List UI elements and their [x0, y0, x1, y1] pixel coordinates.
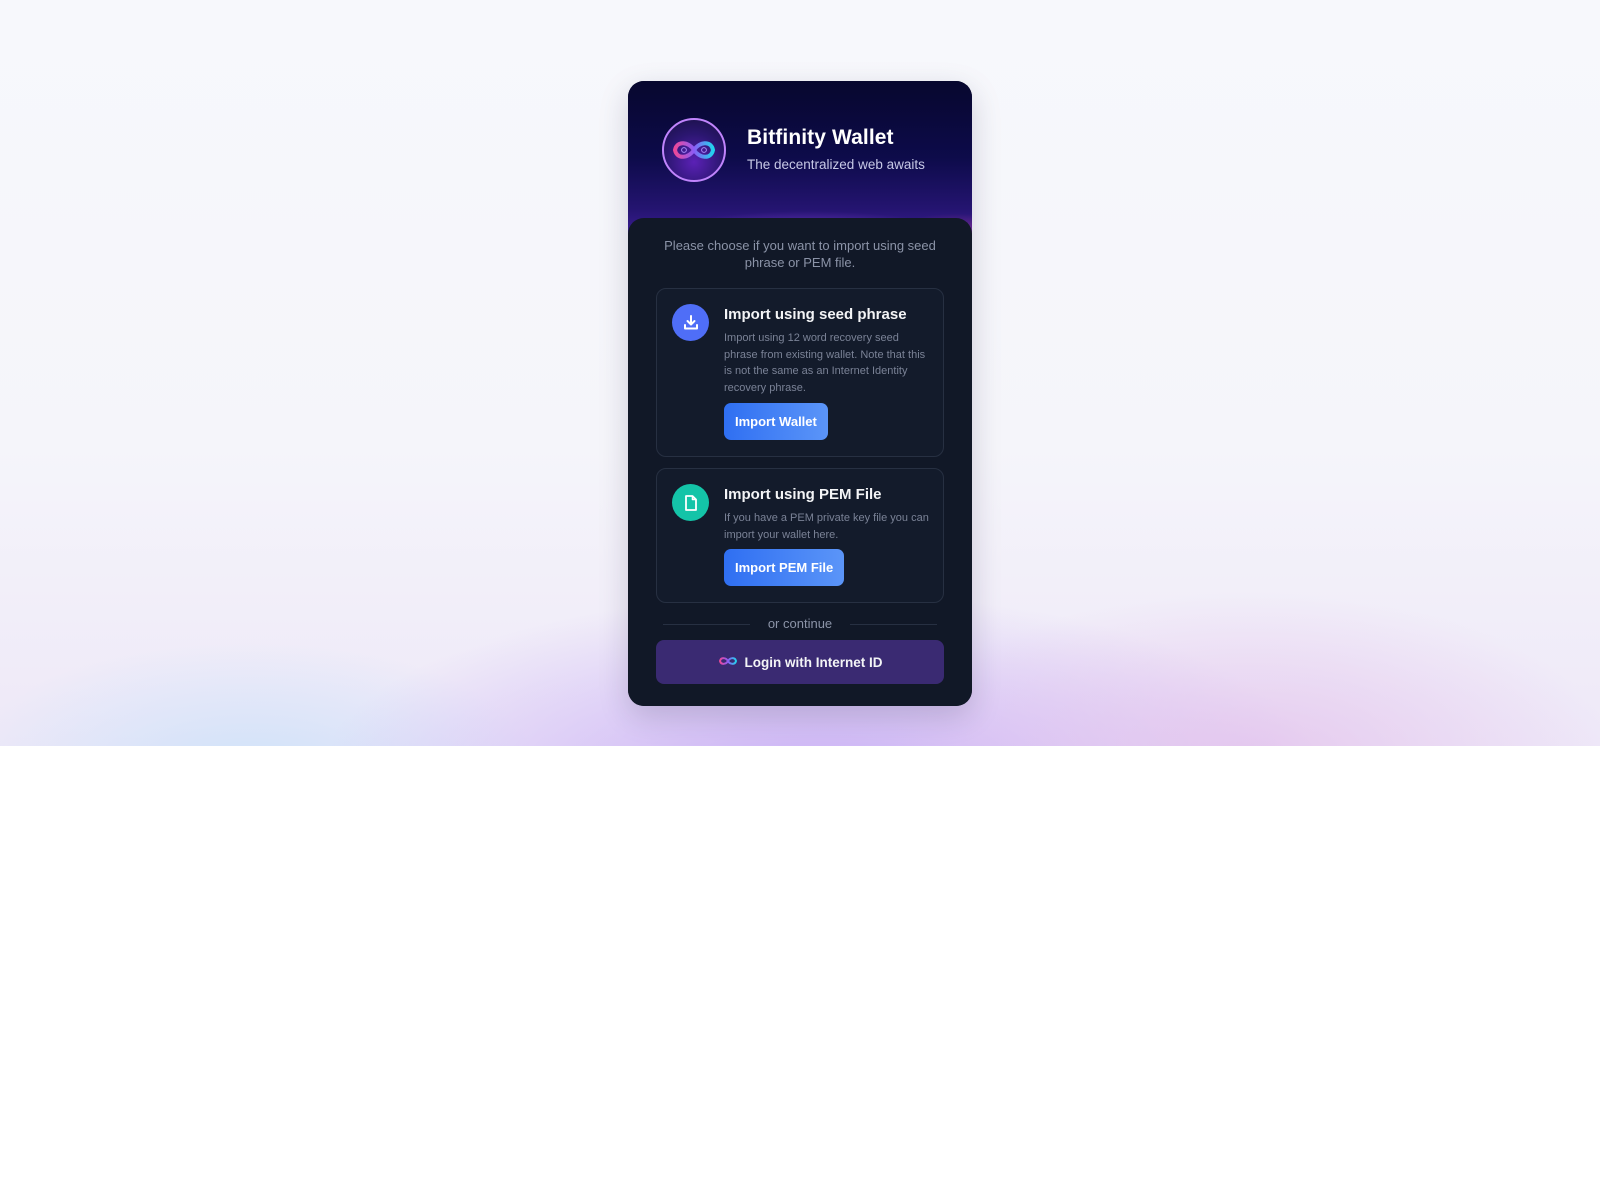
import-panel: Please choose if you want to import usin…	[628, 218, 972, 706]
infinity-logo-icon	[662, 118, 726, 182]
option-description: Import using 12 word recovery seed phras…	[724, 332, 926, 394]
login-button-label: Login with Internet ID	[744, 654, 883, 670]
login-internet-id-button[interactable]: Login with Internet ID	[656, 640, 944, 684]
option-description: If you have a PEM private key file you c…	[724, 512, 929, 541]
import-wallet-button[interactable]: Import Wallet	[724, 403, 828, 440]
or-continue-divider: or continue	[663, 616, 937, 632]
brand-subtitle: The decentralized web awaits	[747, 157, 925, 172]
pem-file-option: Import using PEM File If you have a PEM …	[656, 468, 944, 603]
option-title: Import using seed phrase	[724, 306, 907, 323]
import-pem-file-button[interactable]: Import PEM File	[724, 549, 845, 586]
intro-text: Please choose if you want to import usin…	[664, 238, 936, 270]
wallet-card: Bitfinity Wallet The decentralized web a…	[628, 81, 972, 706]
divider-line	[850, 624, 937, 625]
file-icon	[672, 484, 709, 521]
brand-title: Bitfinity Wallet	[747, 126, 894, 149]
infinity-icon	[718, 655, 738, 670]
option-title: Import using PEM File	[724, 486, 882, 503]
seed-phrase-option: Import using seed phrase Import using 12…	[656, 288, 944, 457]
download-icon	[672, 304, 709, 341]
